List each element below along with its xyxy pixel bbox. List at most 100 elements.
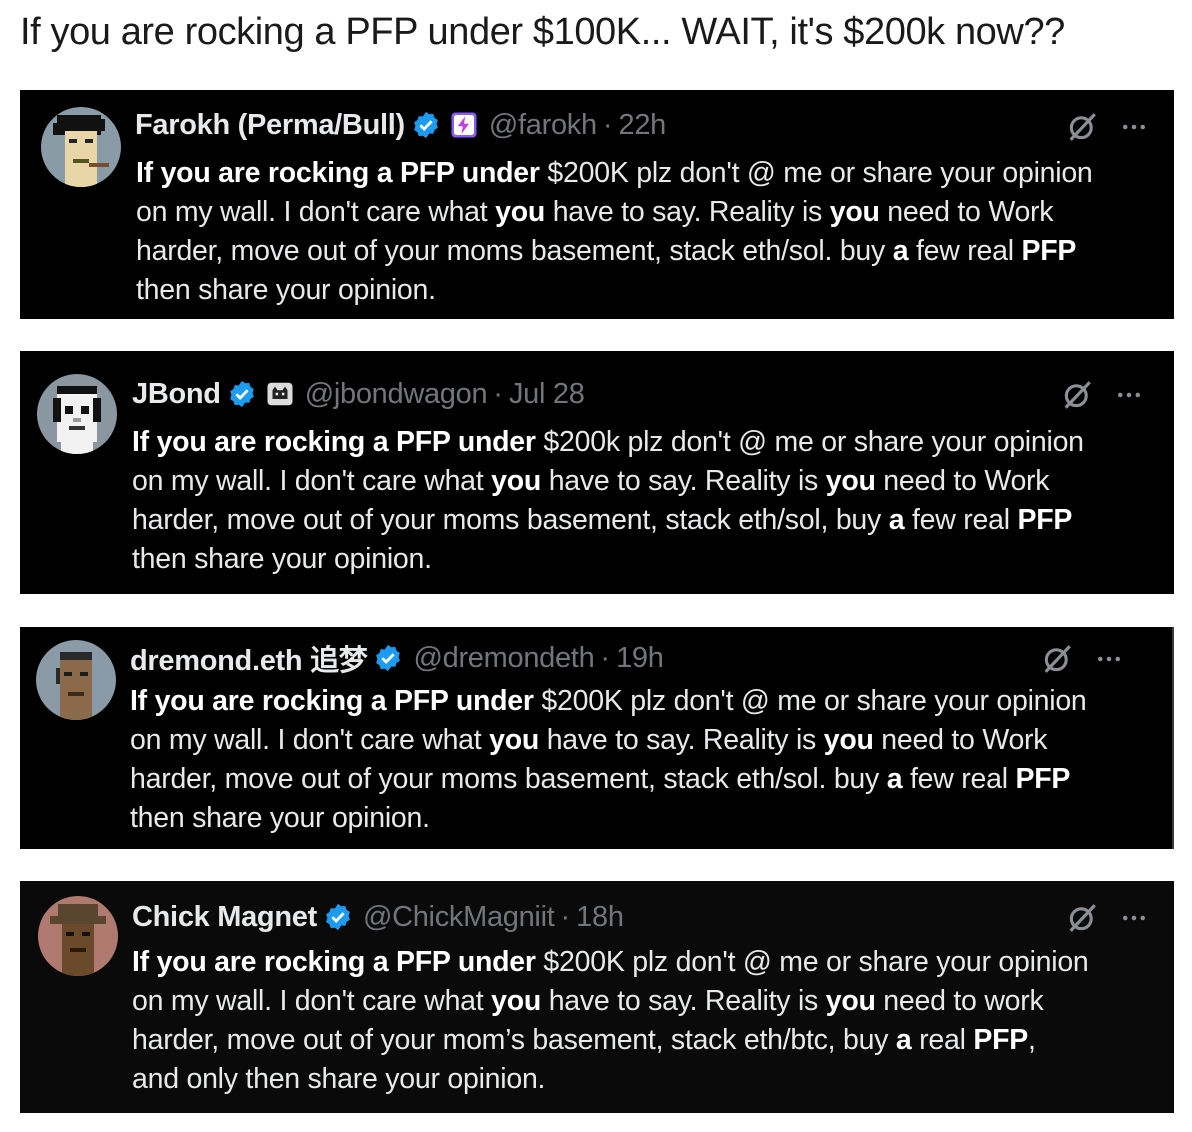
avatar[interactable] — [38, 896, 118, 976]
tweet-text-line: If you are rocking a PFP under $200K plz… — [130, 682, 1087, 721]
text: harder, move out of your mom’s basement,… — [132, 1024, 896, 1056]
tweet-text-line: If you are rocking a PFP under $200K plz… — [132, 943, 1089, 982]
text: harder, move out of your moms basement, … — [130, 763, 887, 795]
handle[interactable]: @jbondwagon — [305, 378, 488, 411]
tweet-text-line: on my wall. I don't care what you have t… — [136, 193, 1093, 232]
tweet-text-line: harder, move out of your mom’s basement,… — [132, 1021, 1089, 1060]
tweet-actions — [1065, 107, 1149, 147]
tweet-text-line: then share your opinion. — [132, 540, 1084, 579]
display-name[interactable]: Chick Magnet — [132, 901, 317, 934]
tweet-header: Chick Magnet @ChickMagniit · 18h — [132, 897, 624, 937]
text: on my wall. I don't care what — [130, 724, 490, 756]
avatar[interactable] — [41, 107, 121, 187]
tweet-actions — [1040, 639, 1124, 679]
text: harder, move out of your moms basement, … — [136, 235, 893, 267]
tweet-text-line: and only then share your opinion. — [132, 1060, 1089, 1099]
timestamp[interactable]: 22h — [618, 109, 666, 142]
bold-text: you — [825, 465, 876, 497]
tweet-text: If you are rocking a PFP under $200K plz… — [136, 154, 1093, 310]
display-name[interactable]: Farokh (Perma/Bull) — [135, 109, 405, 142]
tweet-card[interactable]: Chick Magnet @ChickMagniit · 18h If you … — [20, 881, 1174, 1113]
display-name[interactable]: JBond — [132, 378, 221, 411]
bold-text: If you are rocking a PFP under — [132, 946, 536, 978]
verified-badge-icon — [373, 643, 403, 673]
more-options-icon[interactable] — [1114, 380, 1144, 410]
tweet-text: If you are rocking a PFP under $200k plz… — [132, 423, 1084, 579]
more-options-icon[interactable] — [1119, 112, 1149, 142]
bold-text: a — [888, 504, 905, 536]
text: , — [1028, 1024, 1036, 1056]
grok-icon[interactable] — [1065, 110, 1099, 144]
bold-text: If you are rocking a PFP under — [132, 426, 536, 458]
grok-icon[interactable] — [1065, 901, 1099, 935]
timestamp[interactable]: 19h — [616, 642, 664, 675]
verified-badge-icon — [411, 110, 441, 140]
bold-text: you — [491, 465, 542, 497]
text: then share your opinion. — [130, 802, 430, 834]
verified-badge-icon — [323, 902, 353, 932]
bold-text: you — [495, 196, 546, 228]
tweet-text-line: on my wall. I don't care what you have t… — [132, 982, 1089, 1021]
text: few real — [908, 235, 1022, 267]
handle[interactable]: @farokh — [489, 109, 597, 142]
handle[interactable]: @dremondeth — [413, 642, 594, 675]
more-options-icon[interactable] — [1094, 644, 1124, 674]
tweet-header: dremond.eth 追梦 @dremondeth · 19h — [130, 638, 664, 678]
text: have to say. Reality is — [541, 465, 826, 497]
timestamp[interactable]: 18h — [576, 901, 624, 934]
tweet-card[interactable]: Farokh (Perma/Bull) @farokh · 22h If you… — [20, 90, 1174, 319]
tweet-text-line: harder, move out of your moms basement, … — [132, 501, 1084, 540]
bold-text: you — [829, 196, 880, 228]
text: $200k plz don't @ me or share your opini… — [535, 426, 1084, 458]
text: on my wall. I don't care what — [132, 985, 492, 1017]
tweet-card[interactable]: JBond @jbondwagon · Jul 28 If you are ro… — [20, 351, 1174, 594]
text: few real — [904, 504, 1018, 536]
grok-icon[interactable] — [1040, 642, 1074, 676]
bold-text: If you are rocking a PFP under — [136, 157, 540, 189]
avatar[interactable] — [37, 374, 117, 454]
text: need to Work — [879, 196, 1054, 228]
separator-dot: · — [600, 641, 611, 674]
more-options-icon[interactable] — [1119, 903, 1149, 933]
text: $200K plz don't @ me or share your opini… — [533, 685, 1087, 717]
display-name[interactable]: dremond.eth 追梦 — [130, 637, 368, 679]
bold-text: a — [886, 763, 903, 795]
bold-text: a — [895, 1024, 912, 1056]
lightning-badge-icon — [449, 110, 479, 140]
tweet-text-line: on my wall. I don't care what you have t… — [132, 462, 1084, 501]
text: need to work — [875, 985, 1044, 1017]
bold-text: you — [489, 724, 540, 756]
bold-text: If you are rocking a PFP under — [130, 685, 534, 717]
timestamp[interactable]: Jul 28 — [509, 378, 585, 411]
tweet-text: If you are rocking a PFP under $200K plz… — [130, 682, 1087, 838]
bold-text: PFP — [1021, 235, 1077, 267]
cat-badge-icon — [265, 379, 295, 409]
text: have to say. Reality is — [539, 724, 824, 756]
avatar[interactable] — [36, 640, 116, 720]
text: then share your opinion. — [136, 274, 436, 306]
bold-text: PFP — [1015, 763, 1071, 795]
grok-icon[interactable] — [1060, 378, 1094, 412]
text: have to say. Reality is — [545, 196, 830, 228]
bold-text: PFP — [1017, 504, 1073, 536]
text: on my wall. I don't care what — [132, 465, 492, 497]
tweet-header: JBond @jbondwagon · Jul 28 — [132, 374, 585, 414]
handle[interactable]: @ChickMagniit — [363, 901, 555, 934]
text: and only then share your opinion. — [132, 1063, 546, 1095]
bold-text: PFP — [973, 1024, 1029, 1056]
text: few real — [902, 763, 1016, 795]
verified-badge-icon — [227, 379, 257, 409]
separator-dot: · — [493, 377, 503, 410]
tweet-card[interactable]: dremond.eth 追梦 @dremondeth · 19h If you … — [20, 627, 1174, 849]
text: harder, move out of your moms basement, … — [132, 504, 889, 536]
text: need to Work — [875, 465, 1050, 497]
tweet-actions — [1065, 898, 1149, 938]
tweet-header: Farokh (Perma/Bull) @farokh · 22h — [135, 105, 666, 145]
tweet-text-line: If you are rocking a PFP under $200K plz… — [136, 154, 1093, 193]
tweet-text-line: harder, move out of your moms basement, … — [136, 232, 1093, 271]
text: have to say. Reality is — [541, 985, 826, 1017]
bold-text: you — [823, 724, 874, 756]
bold-text: a — [892, 235, 909, 267]
text: $200K plz don't @ me or share your opini… — [539, 157, 1093, 189]
page-title: If you are rocking a PFP under $100K... … — [20, 11, 1065, 53]
